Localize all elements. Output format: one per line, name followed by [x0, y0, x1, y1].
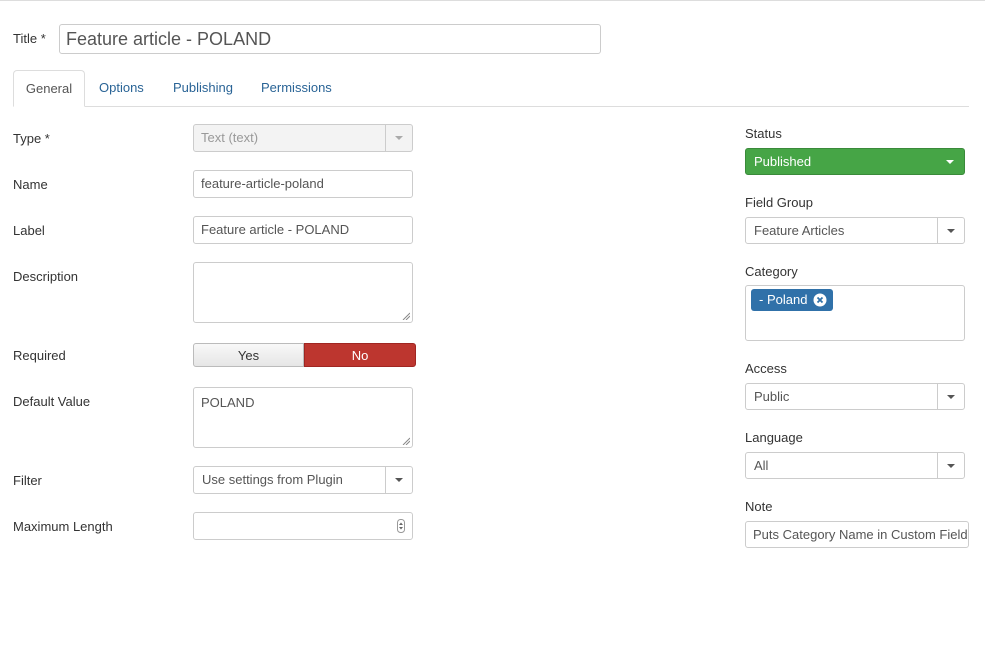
- chevron-down-icon: [395, 136, 403, 140]
- access-value: Public: [754, 389, 790, 404]
- required-no-button[interactable]: No: [304, 343, 416, 367]
- chevron-down-icon: [395, 478, 403, 482]
- type-select: Text (text): [193, 124, 413, 152]
- filter-value: Use settings from Plugin: [202, 472, 343, 487]
- type-value: Text (text): [201, 130, 259, 145]
- default-value-text: POLAND: [201, 395, 255, 410]
- label-label: Label: [13, 223, 45, 238]
- type-label: Type *: [13, 131, 50, 146]
- filter-label: Filter: [13, 473, 42, 488]
- chevron-down-icon: [946, 159, 954, 164]
- status-label: Status: [745, 126, 782, 141]
- category-multiselect[interactable]: - Poland: [745, 285, 965, 341]
- max-length-input[interactable]: [193, 512, 413, 540]
- field-group-dropdown-toggle[interactable]: [937, 218, 964, 243]
- title-label: Title *: [13, 31, 46, 46]
- max-length-label: Maximum Length: [13, 519, 113, 534]
- name-label: Name: [13, 177, 48, 192]
- access-select[interactable]: Public: [745, 383, 965, 410]
- chevron-down-icon: [947, 228, 955, 233]
- required-label: Required: [13, 348, 66, 363]
- required-toggle: Yes No: [193, 343, 416, 367]
- access-label: Access: [745, 361, 787, 376]
- tab-general[interactable]: General: [13, 70, 85, 107]
- language-dropdown-toggle[interactable]: [937, 453, 964, 478]
- default-value-label: Default Value: [13, 394, 91, 409]
- language-select[interactable]: All: [745, 452, 965, 479]
- filter-select[interactable]: Use settings from Plugin: [193, 466, 413, 494]
- tab-options[interactable]: Options: [87, 70, 156, 105]
- filter-dropdown-toggle[interactable]: [385, 467, 412, 493]
- field-group-value: Feature Articles: [754, 223, 845, 238]
- status-value: Published: [754, 154, 812, 169]
- note-label: Note: [745, 499, 773, 514]
- language-value: All: [754, 458, 769, 473]
- tab-publishing[interactable]: Publishing: [161, 70, 245, 105]
- field-group-label: Field Group: [745, 195, 813, 210]
- chevron-down-icon: [947, 463, 955, 468]
- remove-chip-icon[interactable]: [813, 293, 827, 307]
- title-input[interactable]: [59, 24, 601, 54]
- language-label: Language: [745, 430, 803, 445]
- description-textarea[interactable]: [193, 262, 413, 323]
- label-input[interactable]: Feature article - POLAND: [193, 216, 413, 244]
- top-divider: [0, 0, 985, 1]
- name-input[interactable]: feature-article-poland: [193, 170, 413, 198]
- resize-handle-icon[interactable]: [402, 312, 410, 320]
- tab-permissions[interactable]: Permissions: [249, 70, 344, 105]
- category-chip[interactable]: - Poland: [751, 289, 834, 311]
- description-label: Description: [13, 269, 79, 284]
- access-dropdown-toggle[interactable]: [937, 384, 964, 409]
- number-spinner-icon[interactable]: [397, 519, 405, 533]
- tab-bar: General Options Publishing Permissions: [13, 70, 969, 107]
- field-group-select[interactable]: Feature Articles: [745, 217, 965, 244]
- category-label: Category: [745, 264, 798, 279]
- default-value-textarea[interactable]: POLAND: [193, 387, 413, 448]
- status-select[interactable]: Published: [745, 148, 965, 175]
- required-yes-button[interactable]: Yes: [193, 343, 304, 367]
- resize-handle-icon[interactable]: [402, 437, 410, 445]
- type-dropdown-toggle: [385, 125, 412, 151]
- note-input[interactable]: Puts Category Name in Custom Field: [745, 521, 969, 548]
- category-chip-label: - Poland: [759, 292, 808, 307]
- chevron-down-icon: [947, 394, 955, 399]
